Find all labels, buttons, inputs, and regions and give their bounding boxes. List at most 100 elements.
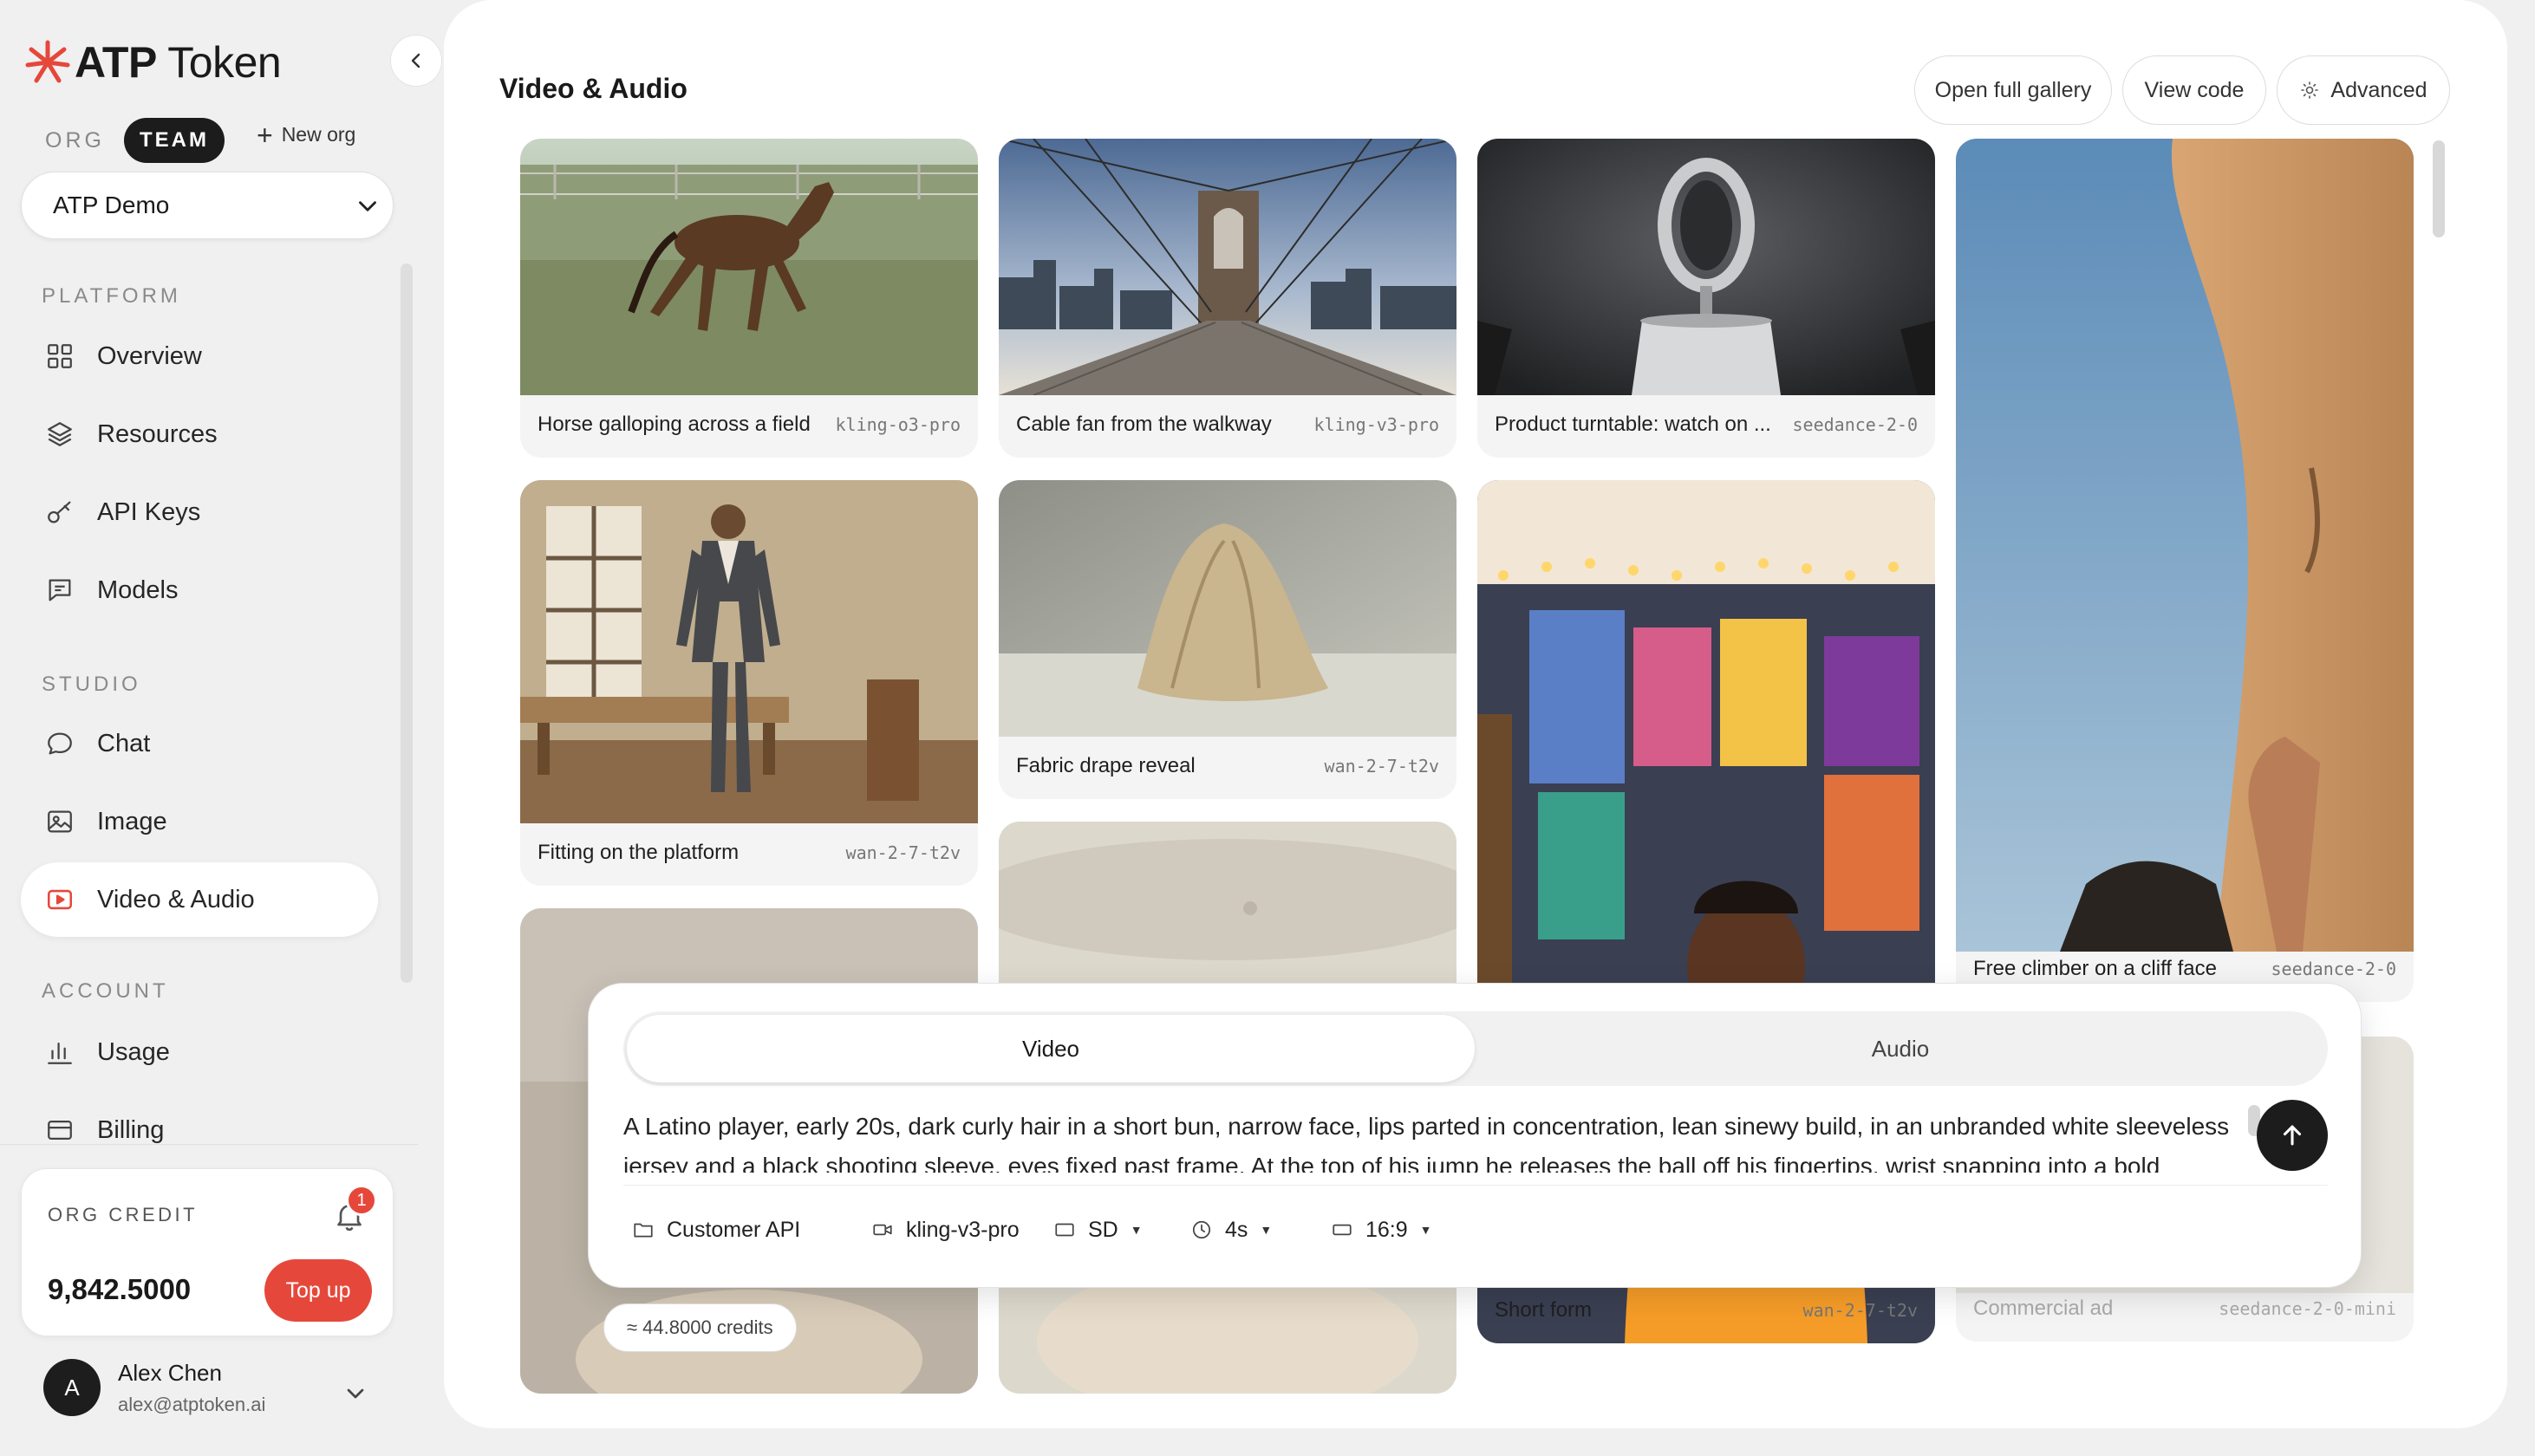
user-menu[interactable]: A Alex Chen alex@atptoken.ai	[43, 1359, 265, 1416]
card-caption: Horse galloping across a field	[538, 413, 811, 436]
card-caption: Product turntable: watch on ...	[1495, 413, 1771, 436]
team-toggle[interactable]: TEAM	[123, 118, 225, 163]
sidebar-item-label: Image	[97, 807, 167, 835]
send-button[interactable]	[2257, 1100, 2328, 1171]
open-full-gallery-button[interactable]: Open full gallery	[1914, 55, 2112, 125]
gallery-card-fabric[interactable]: Fabric drape reveal wan-2-7-t2v	[999, 480, 1456, 799]
card-caption: Cable fan from the walkway	[1016, 413, 1272, 436]
gallery-card-horse[interactable]: Horse galloping across a field kling-o3-…	[520, 139, 978, 458]
aspect-ratio-icon	[1333, 1224, 1352, 1236]
section-account: ACCOUNT	[42, 979, 169, 1003]
grid-icon	[48, 344, 72, 368]
video-camera-icon	[873, 1224, 892, 1236]
org-credit-value: 9,842.5000	[48, 1273, 192, 1305]
avatar: A	[43, 1359, 101, 1416]
card-caption: Fabric drape reveal	[1016, 754, 1196, 777]
gallery-scrollbar[interactable]	[2433, 140, 2445, 237]
section-platform: PLATFORM	[42, 284, 181, 308]
sidebar-item-models[interactable]: Models	[21, 553, 378, 627]
fabric-video-thumbnail	[999, 480, 1456, 737]
aspect-select[interactable]: 16:9 ▼	[1319, 1199, 1444, 1261]
caret-down-icon: ▼	[1419, 1223, 1432, 1237]
project-select[interactable]: Customer API	[620, 1199, 812, 1261]
sidebar-item-video-audio[interactable]: Video & Audio	[21, 862, 378, 937]
fitting-video-thumbnail	[520, 480, 978, 823]
prompt-textarea[interactable]: A Latino player, early 20s, dark curly h…	[623, 1107, 2253, 1173]
layers-icon	[48, 422, 72, 446]
sidebar-item-label: Usage	[97, 1037, 170, 1066]
sidebar-item-usage[interactable]: Usage	[21, 1015, 378, 1089]
plus-icon: +	[257, 119, 273, 151]
sidebar-item-label: Overview	[97, 341, 202, 370]
gallery-card-bridge[interactable]: Cable fan from the walkway kling-v3-pro	[999, 139, 1456, 458]
collapse-sidebar-button[interactable]	[390, 35, 442, 87]
chat-bubble-icon	[48, 732, 72, 755]
sidebar-item-resources[interactable]: Resources	[21, 397, 378, 471]
video-icon	[47, 889, 73, 910]
org-credit-label: ORG CREDIT	[48, 1204, 199, 1225]
main-panel: Video & Audio Open full gallery View cod…	[444, 0, 2507, 1428]
view-code-button[interactable]: View code	[2122, 55, 2266, 125]
caret-down-icon: ▼	[1130, 1223, 1143, 1237]
org-select[interactable]: ATP Demo	[21, 172, 394, 239]
user-email: alex@atptoken.ai	[118, 1393, 266, 1415]
spark-logo-icon	[25, 40, 70, 83]
sidebar-item-image[interactable]: Image	[21, 784, 378, 859]
mode-switch: Video Audio	[623, 1011, 2328, 1086]
caret-down-icon: ▼	[1260, 1223, 1273, 1237]
folder-icon	[634, 1223, 653, 1238]
brand-name: ATP Token	[75, 38, 282, 87]
gallery-card-fitting[interactable]: Fitting on the platform wan-2-7-t2v	[520, 480, 978, 886]
tab-video[interactable]: Video	[627, 1015, 1475, 1082]
user-name: Alex Chen	[118, 1359, 222, 1386]
chevron-left-icon	[411, 53, 420, 68]
sidebar-item-overview[interactable]: Overview	[21, 319, 378, 393]
aspect-value: 16:9	[1365, 1217, 1408, 1242]
key-icon	[48, 501, 71, 523]
section-studio: STUDIO	[42, 673, 141, 696]
card-caption: Fitting on the platform	[538, 841, 740, 864]
brand-logo[interactable]: ATP Token	[24, 38, 282, 87]
model-value: kling-v3-pro	[906, 1217, 1020, 1242]
sidebar-item-label: Resources	[97, 419, 218, 448]
screen-icon	[1055, 1223, 1074, 1237]
model-select[interactable]: kling-v3-pro	[859, 1199, 1032, 1261]
bridge-video-thumbnail	[999, 139, 1456, 395]
clock-icon	[1192, 1220, 1211, 1239]
duration-select[interactable]: 4s ▼	[1178, 1199, 1284, 1261]
image-icon	[48, 810, 72, 833]
arrow-up-icon	[2283, 1125, 2302, 1146]
advanced-label: Advanced	[2330, 77, 2427, 102]
top-up-button[interactable]: Top up	[264, 1259, 372, 1322]
org-toggle[interactable]: ORG	[45, 128, 105, 153]
card-model: kling-o3-pro	[835, 414, 961, 435]
gallery-card-watch[interactable]: Product turntable: watch on ... seedance…	[1477, 139, 1935, 458]
credit-estimate-badge: ≈ 44.8000 credits	[603, 1303, 797, 1352]
new-org-button[interactable]: + New org	[257, 119, 355, 151]
sidebar-item-label: Billing	[97, 1115, 165, 1144]
chevron-down-icon[interactable]	[342, 1380, 369, 1407]
project-value: Customer API	[667, 1217, 801, 1242]
card-model: seedance-2-0	[1792, 414, 1919, 435]
message-square-icon	[49, 579, 71, 601]
sidebar-item-billing[interactable]: Billing	[21, 1093, 378, 1167]
sidebar-item-api-keys[interactable]: API Keys	[21, 475, 378, 549]
sidebar: ATP Token ORG TEAM + New org ATP Demo PL…	[0, 0, 444, 1456]
tab-audio[interactable]: Audio	[1476, 1015, 2324, 1082]
sidebar-item-label: Video & Audio	[97, 885, 255, 913]
composer-divider	[623, 1185, 2328, 1186]
page-title: Video & Audio	[499, 73, 688, 104]
gallery-card-climber[interactable]: Free climber on a cliff face seedance-2-…	[1956, 139, 2414, 1002]
org-select-value: ATP Demo	[53, 192, 170, 218]
card-model: wan-2-7-t2v	[845, 842, 961, 863]
sidebar-item-chat[interactable]: Chat	[21, 706, 378, 781]
watch-video-thumbnail	[1477, 139, 1935, 395]
sidebar-item-label: Chat	[97, 729, 151, 757]
duration-value: 4s	[1225, 1217, 1248, 1242]
sidebar-item-label: API Keys	[97, 497, 201, 526]
card-model: wan-2-7-t2v	[1324, 756, 1439, 777]
sidebar-scrollbar[interactable]	[401, 263, 413, 983]
chevron-down-icon	[359, 201, 376, 211]
advanced-button[interactable]: Advanced	[2277, 55, 2450, 125]
quality-select[interactable]: SD ▼	[1041, 1199, 1155, 1261]
